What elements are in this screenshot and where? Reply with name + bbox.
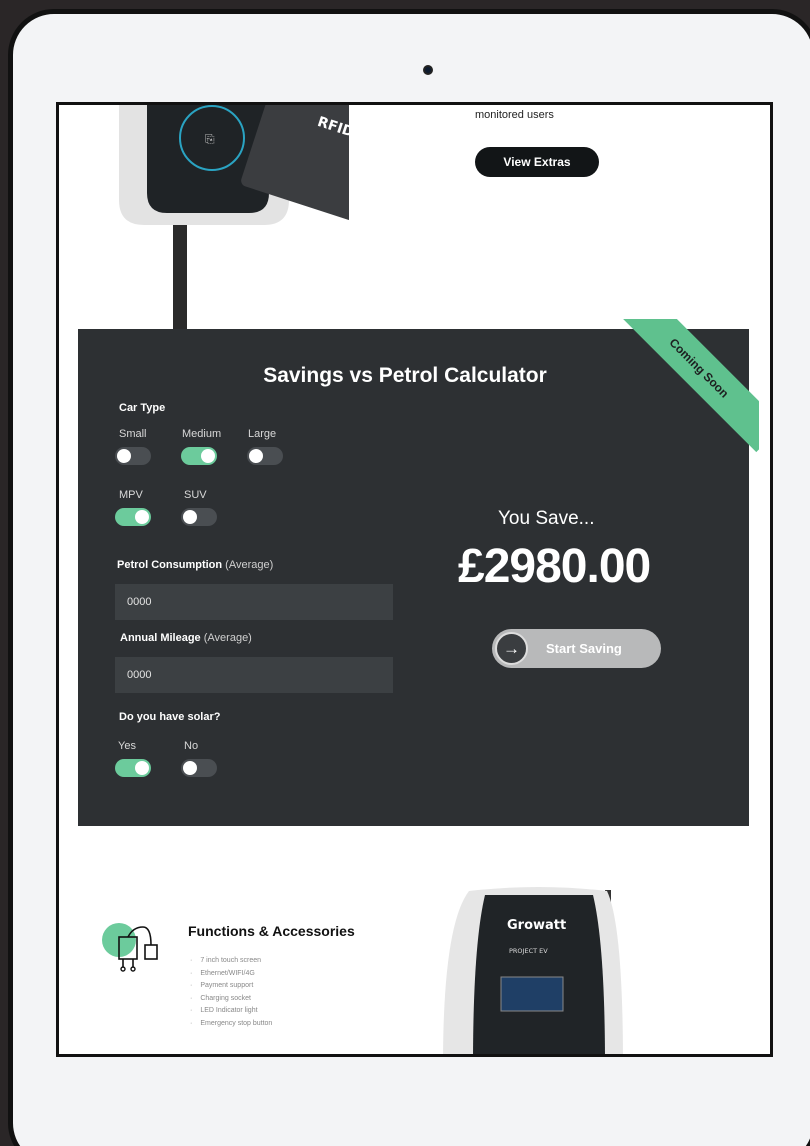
list-item: 7 inch touch screen <box>190 957 272 970</box>
project-ev-text: PROJECT EV <box>509 947 548 955</box>
solar-label: Do you have solar? <box>119 711 221 723</box>
functions-title: Functions & Accessories <box>188 923 355 939</box>
list-item: Emergency stop button <box>190 1020 272 1033</box>
mileage-label-text: Annual Mileage <box>120 632 201 644</box>
rfid-charger-image: ⎘ RFID <box>119 105 349 335</box>
petrol-consumption-label: Petrol Consumption (Average) <box>117 559 273 571</box>
view-extras-button[interactable]: View Extras <box>475 147 599 177</box>
camera-icon <box>423 65 433 75</box>
you-save-label: You Save... <box>498 508 595 529</box>
mileage-qualifier: (Average) <box>203 632 252 644</box>
coming-soon-ribbon: Coming Soon <box>609 319 759 469</box>
start-saving-label: Start Saving <box>546 641 622 656</box>
savings-amount: £2980.00 <box>458 540 651 593</box>
toggle-medium[interactable] <box>181 447 217 465</box>
list-item: Payment support <box>190 982 272 995</box>
savings-calculator: Coming Soon Savings vs Petrol Calculator… <box>78 319 759 826</box>
start-saving-button[interactable]: → Start Saving <box>492 629 661 668</box>
option-large-label: Large <box>248 428 277 440</box>
option-suv-label: SUV <box>184 489 207 501</box>
option-no-label: No <box>184 740 199 752</box>
growatt-charger-image: Growatt PROJECT EV <box>443 887 623 1054</box>
toggle-solar-yes[interactable] <box>115 759 151 777</box>
toggle-mpv[interactable] <box>115 508 151 526</box>
list-item: LED Indicator light <box>190 1007 272 1020</box>
functions-list: 7 inch touch screen Ethernet/WIFI/4G Pay… <box>190 957 272 1032</box>
calculator-title: Savings vs Petrol Calculator <box>263 364 547 387</box>
petrol-consumption-input[interactable]: 0000 <box>115 584 393 620</box>
option-mpv-label: MPV <box>119 489 143 501</box>
option-small-label: Small <box>119 428 147 440</box>
list-item: Ethernet/WIFI/4G <box>190 970 272 983</box>
arrow-right-icon: → <box>495 632 528 665</box>
petrol-qualifier: (Average) <box>225 559 274 571</box>
svg-text:⎘: ⎘ <box>205 132 215 146</box>
annual-mileage-input[interactable]: 0000 <box>115 657 393 693</box>
option-medium-label: Medium <box>182 428 222 440</box>
screen: ⎘ RFID monitored users View Extras Comin… <box>56 102 773 1057</box>
toggle-large[interactable] <box>247 447 283 465</box>
extras-text: monitored users <box>475 109 554 121</box>
annual-mileage-label: Annual Mileage (Average) <box>120 632 252 644</box>
toggle-suv[interactable] <box>181 508 217 526</box>
toggle-small[interactable] <box>115 447 151 465</box>
car-type-label: Car Type <box>119 402 166 414</box>
growatt-logo: Growatt <box>507 918 566 933</box>
list-item: Charging socket <box>190 995 272 1008</box>
charger-plug-icon <box>102 923 158 972</box>
toggle-solar-no[interactable] <box>181 759 217 777</box>
petrol-label-text: Petrol Consumption <box>117 559 223 571</box>
option-yes-label: Yes <box>118 740 136 752</box>
